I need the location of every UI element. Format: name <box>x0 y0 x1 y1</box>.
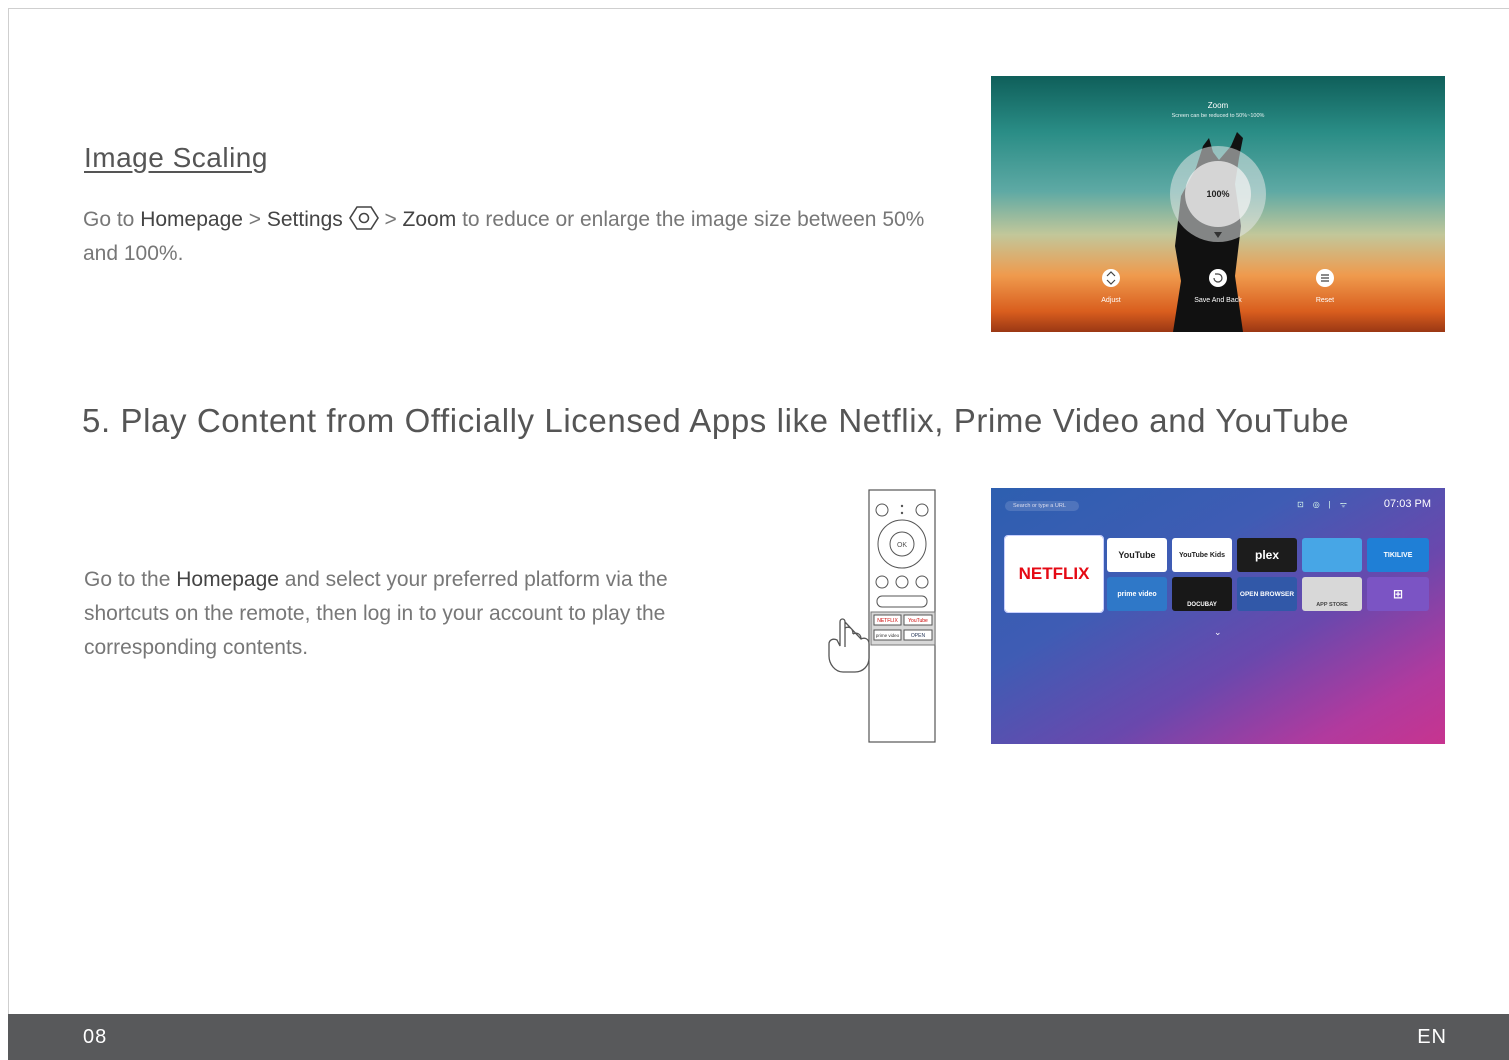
clock: 07:03 PM <box>1383 498 1431 510</box>
settings-term: Settings <box>266 208 343 231</box>
youtube-shortcut-label: YouTube <box>908 618 928 624</box>
tikilive-tile: TIKILIVE <box>1367 538 1429 572</box>
remote-control-illustration: OK NETFLIX YouTube prime video OPEN <box>828 489 936 743</box>
image-scaling-text: Go to Homepage > Settings > Zoom to redu… <box>83 203 943 271</box>
game-app-tile <box>1302 538 1362 572</box>
page-number: 08 <box>83 1026 108 1048</box>
gear-hexagon-icon <box>348 206 379 230</box>
prime-video-tile: prime video <box>1107 577 1167 611</box>
ok-label: OK <box>897 542 907 549</box>
section-5-heading: 5. Play Content from Officially Licensed… <box>82 402 1350 439</box>
page-frame-top <box>8 8 1509 9</box>
section-5-text: Go to the Homepage and select your prefe… <box>84 568 668 659</box>
app-store-tile: APP STORE <box>1302 577 1362 611</box>
zoom-subtitle: Screen can be reduced to 50%~100% <box>1171 113 1265 119</box>
open-browser-tile: OPEN BROWSER <box>1237 577 1297 611</box>
homepage-term: Homepage <box>176 568 279 591</box>
url-search-field: Search or type a URL <box>1005 501 1079 511</box>
page-footer: 08 EN <box>8 1014 1509 1060</box>
all-apps-grid-icon: ⊞ <box>1367 577 1429 611</box>
netflix-shortcut-label: NETFLIX <box>877 618 898 624</box>
image-scaling-heading: Image Scaling <box>84 142 268 173</box>
prime-video-shortcut-label: prime video <box>876 633 900 638</box>
status-icons: ⊡◎|ᯤ <box>1297 500 1357 509</box>
open-shortcut-label: OPEN <box>911 633 926 639</box>
page-frame-left <box>8 8 9 1014</box>
reset-label: Reset <box>1315 297 1335 304</box>
tv-home-screen-image: Search or type a URL ⊡◎|ᯤ 07:03 PM NETFL… <box>991 488 1445 744</box>
adjust-label: Adjust <box>1101 297 1121 304</box>
zoom-value: 100% <box>1206 189 1230 199</box>
pointing-hand-icon <box>828 618 870 673</box>
docubay-tile: DOCUBAY <box>1172 577 1232 611</box>
plex-tile: plex <box>1237 538 1297 572</box>
language-label: EN <box>1417 1026 1447 1048</box>
save-and-back-label: Save And Back <box>1194 297 1242 304</box>
youtube-tile: YouTube <box>1107 538 1167 572</box>
zoom-term: Zoom <box>402 208 457 231</box>
homepage-term: Homepage <box>140 208 243 231</box>
youtube-kids-tile: YouTube Kids <box>1172 538 1232 572</box>
zoom-title: Zoom <box>1207 101 1229 110</box>
chevron-down-icon: ⌄ <box>1214 627 1222 637</box>
zoom-screen-image: Zoom Screen can be reduced to 50%~100% 1… <box>991 76 1445 332</box>
netflix-tile: NETFLIX <box>1004 535 1104 613</box>
